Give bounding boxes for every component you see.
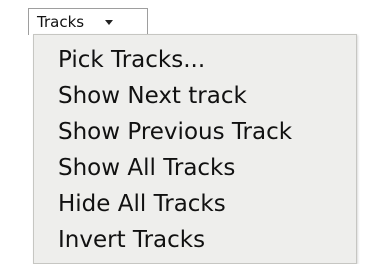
menu-item-show-all-tracks[interactable]: Show All Tracks bbox=[58, 151, 235, 185]
tracks-menu-label: Tracks bbox=[37, 13, 85, 31]
page: Tracks Pick Tracks... Show Next track Sh… bbox=[0, 0, 372, 264]
menu-item-show-next-track[interactable]: Show Next track bbox=[58, 79, 247, 113]
menu-item-invert-tracks[interactable]: Invert Tracks bbox=[58, 223, 205, 257]
menu-item-hide-all-tracks[interactable]: Hide All Tracks bbox=[58, 187, 226, 221]
dropdown-arrow-icon bbox=[105, 19, 114, 25]
tracks-dropdown-menu: Pick Tracks... Show Next track Show Prev… bbox=[33, 34, 357, 264]
menu-item-pick-tracks[interactable]: Pick Tracks... bbox=[58, 43, 205, 77]
tracks-menu-button[interactable]: Tracks bbox=[28, 8, 148, 35]
menu-item-show-previous-track[interactable]: Show Previous Track bbox=[58, 115, 292, 149]
